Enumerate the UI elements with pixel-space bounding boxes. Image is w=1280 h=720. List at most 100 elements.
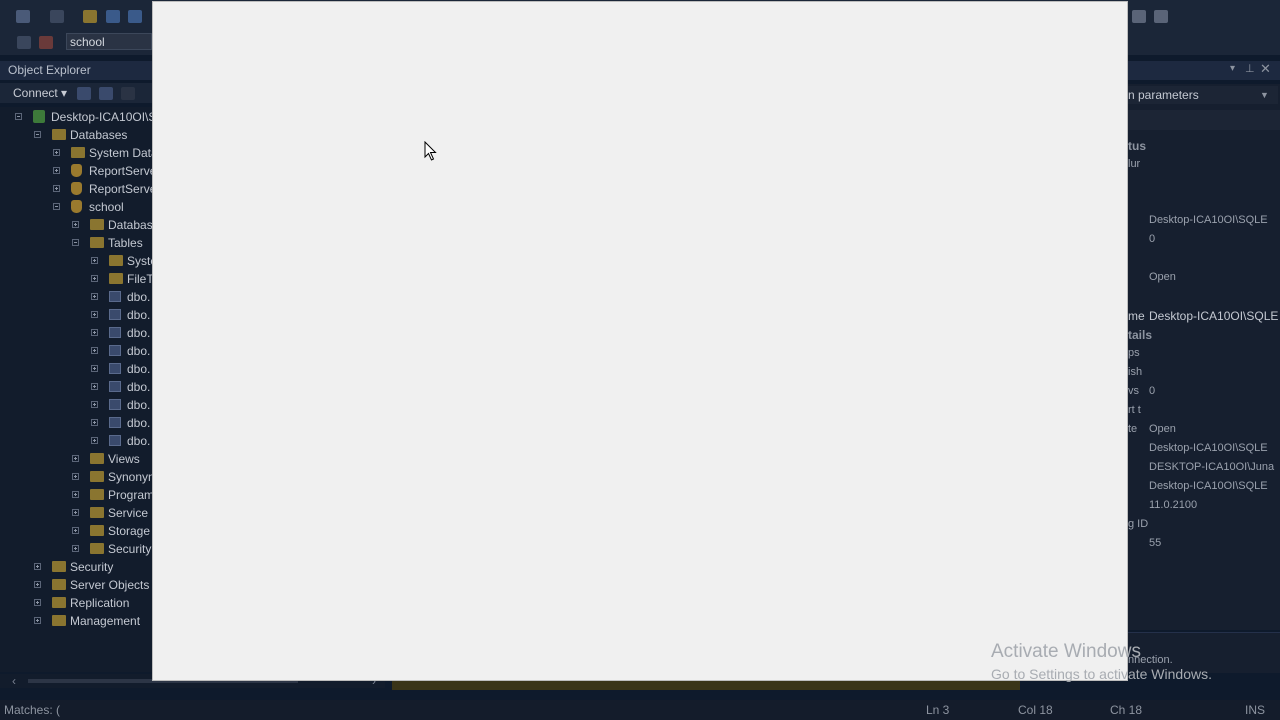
property-value: Desktop-ICA10OI\SQLE (1149, 214, 1268, 226)
tree-node[interactable]: dbo. (0, 324, 152, 342)
tree-node[interactable]: Synonyn (0, 468, 152, 486)
tree-node[interactable]: dbo. (0, 378, 152, 396)
scroll-left-icon[interactable]: ‹ (12, 674, 16, 688)
collapse-minus-icon[interactable] (53, 203, 60, 210)
tree-node-label: Syste (127, 254, 152, 268)
property-name: tus (1128, 139, 1146, 153)
folder-icon (90, 219, 104, 230)
expand-plus-icon[interactable] (34, 581, 41, 588)
tree-node[interactable]: Storage (0, 522, 152, 540)
tree-node[interactable]: ReportServe (0, 180, 152, 198)
layout-icon[interactable] (1154, 10, 1168, 23)
expand-plus-icon[interactable] (53, 167, 60, 174)
folder-icon (90, 507, 104, 518)
new-file-icon[interactable] (50, 10, 64, 23)
folder-icon (52, 597, 66, 608)
filter-icon[interactable] (99, 87, 113, 100)
tree-node[interactable]: FileT (0, 270, 152, 288)
table-icon (109, 399, 121, 410)
expand-plus-icon[interactable] (72, 491, 79, 498)
mouse-pointer-icon (424, 141, 437, 161)
tree-node[interactable]: Security (0, 558, 152, 576)
expand-plus-icon[interactable] (91, 347, 98, 354)
change-connection-icon[interactable] (17, 36, 31, 49)
tree-node[interactable]: System Data (0, 144, 152, 162)
db-icon (71, 200, 82, 213)
expand-plus-icon[interactable] (91, 437, 98, 444)
tools-icon[interactable] (1132, 10, 1146, 23)
expand-plus-icon[interactable] (91, 293, 98, 300)
tree-node-label: ReportServe (89, 182, 152, 196)
expand-plus-icon[interactable] (53, 149, 60, 156)
available-databases-selector[interactable]: school (66, 33, 152, 50)
tree-node[interactable]: Desktop-ICA10OI\S (0, 108, 152, 126)
expand-plus-icon[interactable] (91, 329, 98, 336)
expand-plus-icon[interactable] (91, 419, 98, 426)
pin-icon[interactable]: ⊥ (1245, 62, 1255, 75)
db-icon (71, 182, 82, 195)
save-icon[interactable] (106, 10, 120, 23)
tree-node-label: dbo. (127, 416, 151, 430)
close-icon[interactable]: ✕ (1260, 61, 1271, 77)
property-value: Desktop-ICA10OI\SQLE (1149, 442, 1268, 454)
tree-node[interactable]: dbo. (0, 306, 152, 324)
expand-plus-icon[interactable] (34, 599, 41, 606)
save-all-icon[interactable] (128, 10, 142, 23)
expand-plus-icon[interactable] (91, 383, 98, 390)
expand-plus-icon[interactable] (34, 563, 41, 570)
tree-node[interactable]: ReportServe (0, 162, 152, 180)
tree-node[interactable]: Management (0, 612, 152, 630)
tree-node[interactable]: Server Objects (0, 576, 152, 594)
tree-node[interactable]: dbo. (0, 288, 152, 306)
expand-plus-icon[interactable] (72, 509, 79, 516)
expand-plus-icon[interactable] (72, 545, 79, 552)
folder-icon (90, 471, 104, 482)
tree-node[interactable]: dbo. (0, 360, 152, 378)
expand-plus-icon[interactable] (91, 401, 98, 408)
collapse-minus-icon[interactable] (15, 113, 22, 120)
expand-plus-icon[interactable] (91, 275, 98, 282)
collapse-minus-icon[interactable] (72, 239, 79, 246)
properties-header: ▾ ⊥ ✕ (1128, 61, 1280, 80)
dropdown-arrow-icon[interactable]: ▾ (1230, 63, 1235, 74)
expand-plus-icon[interactable] (91, 311, 98, 318)
tree-node[interactable]: Program (0, 486, 152, 504)
expand-plus-icon[interactable] (91, 365, 98, 372)
tree-node[interactable]: Databases (0, 126, 152, 144)
tree-node[interactable]: dbo. (0, 396, 152, 414)
tree-node[interactable]: school (0, 198, 152, 216)
open-folder-icon[interactable] (83, 10, 97, 23)
server-icon (33, 110, 45, 123)
tree-node[interactable]: dbo. (0, 432, 152, 450)
table-icon (109, 363, 121, 374)
tree-node[interactable]: dbo. (0, 342, 152, 360)
tree-node[interactable]: Views (0, 450, 152, 468)
register-icon[interactable] (77, 87, 91, 100)
expand-plus-icon[interactable] (72, 473, 79, 480)
stop-icon[interactable] (121, 87, 135, 100)
expand-plus-icon[interactable] (53, 185, 60, 192)
collapse-minus-icon[interactable] (34, 131, 41, 138)
tree-node[interactable]: Security (0, 540, 152, 558)
table-icon (109, 381, 121, 392)
tree-node[interactable]: Service E (0, 504, 152, 522)
tree-node[interactable]: dbo. (0, 414, 152, 432)
new-query-icon[interactable] (16, 10, 30, 23)
tree-node[interactable]: Syste (0, 252, 152, 270)
tree-node[interactable]: Replication (0, 594, 152, 612)
property-value: 0 (1149, 233, 1156, 245)
tree-node-label: Databas (108, 218, 152, 232)
expand-plus-icon[interactable] (72, 527, 79, 534)
status-bar: Matches: ( Ln 3 Col 18 Ch 18 INS (0, 700, 1280, 720)
properties-object-selector[interactable]: n parameters ▼ (1128, 86, 1278, 104)
tree-node-label: dbo. (127, 344, 151, 358)
expand-plus-icon[interactable] (34, 617, 41, 624)
connect-button[interactable]: Connect ▾ (13, 86, 67, 100)
expand-plus-icon[interactable] (91, 257, 98, 264)
dialog-window[interactable] (152, 1, 1128, 681)
tree-node[interactable]: Tables (0, 234, 152, 252)
disconnect-icon[interactable] (39, 36, 53, 49)
tree-node[interactable]: Databas (0, 216, 152, 234)
expand-plus-icon[interactable] (72, 455, 79, 462)
expand-plus-icon[interactable] (72, 221, 79, 228)
